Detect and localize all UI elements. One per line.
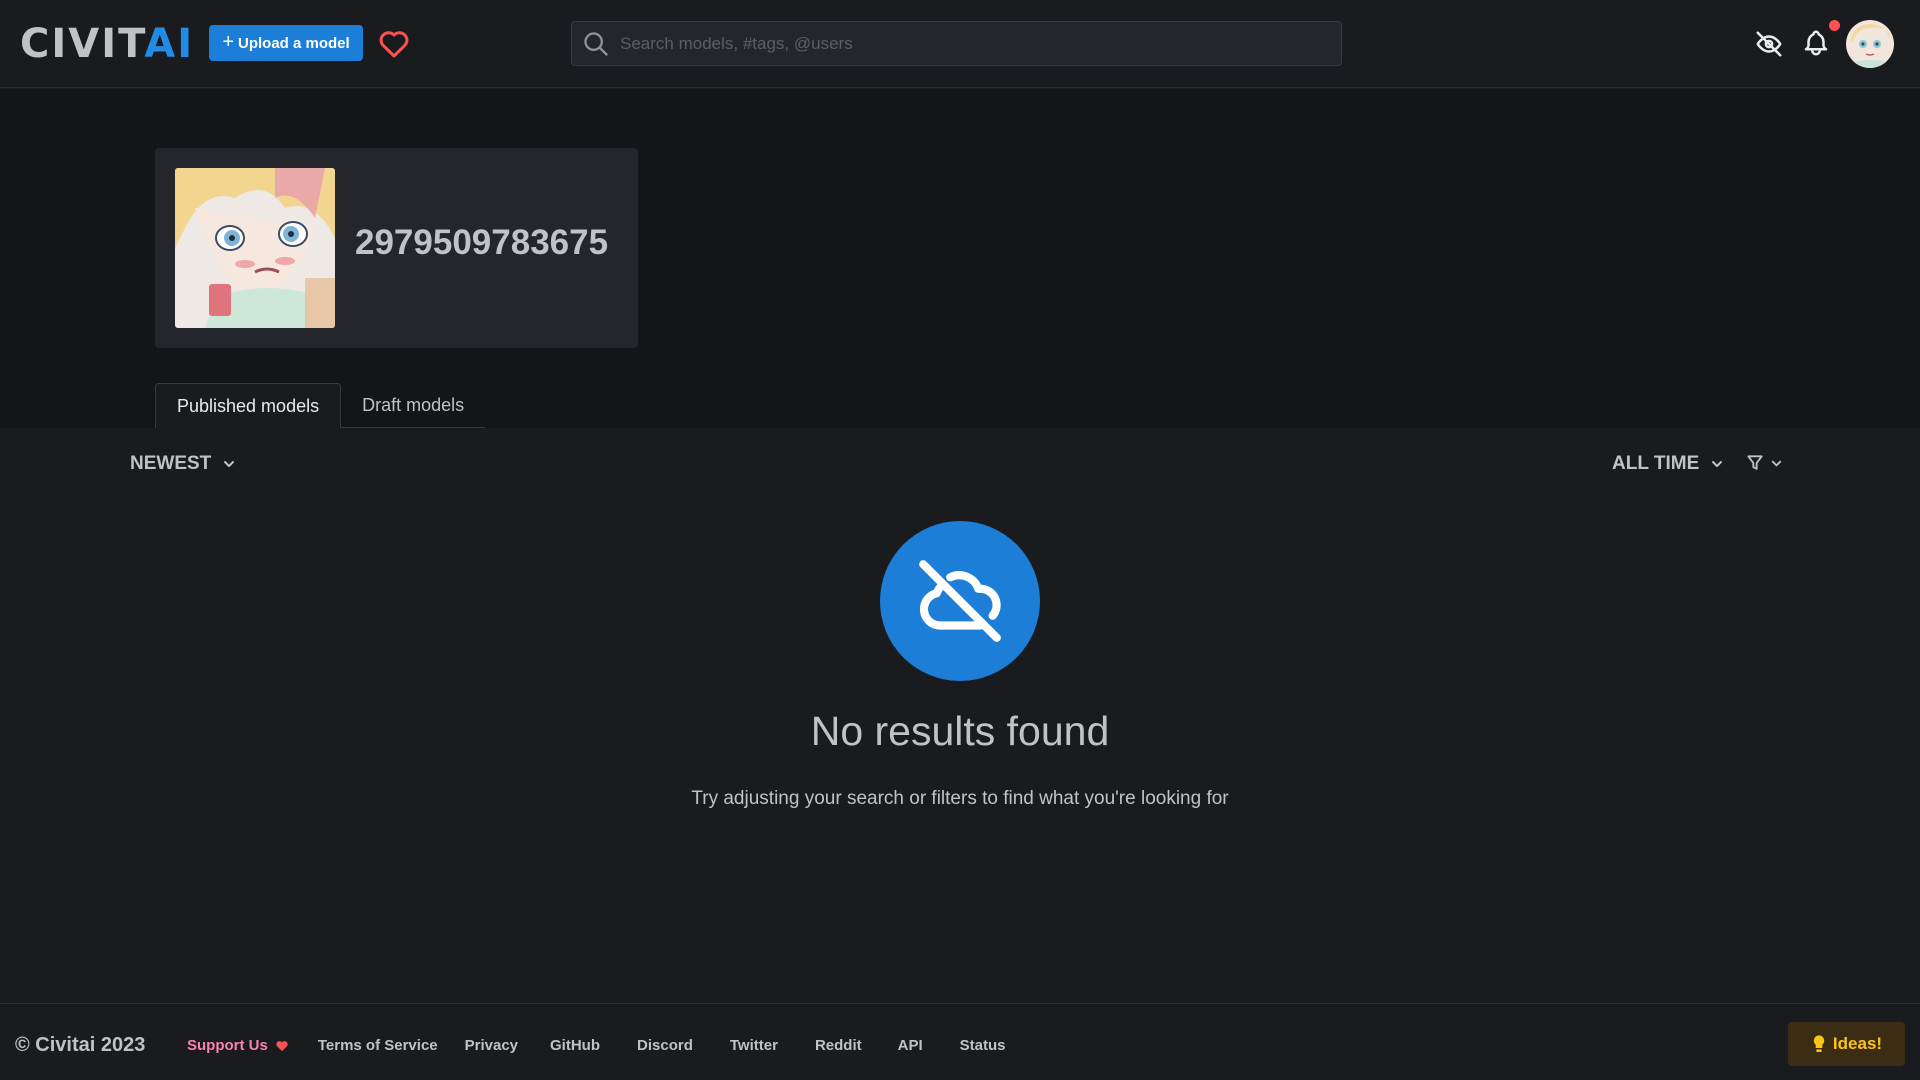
empty-state-title: No results found (810, 708, 1110, 754)
period-dropdown[interactable]: ALL TIME (1612, 453, 1725, 475)
filter-button[interactable] (1745, 453, 1784, 473)
terms-of-service-link[interactable]: Terms of Service (318, 1037, 438, 1054)
support-us-label: Support Us (187, 1037, 268, 1054)
profile-tabs: Published models Draft models (155, 383, 486, 428)
period-label: ALL TIME (1612, 453, 1700, 474)
logo-main-text: CIVIT (20, 21, 145, 67)
cloud-off-icon (919, 560, 1001, 642)
top-navbar: CIVITAI + Upload a model (0, 0, 1920, 88)
eye-off-icon[interactable] (1753, 29, 1785, 59)
civitai-logo[interactable]: CIVITAI (20, 24, 194, 64)
api-link[interactable]: API (898, 1037, 923, 1054)
upload-model-button[interactable]: + Upload a model (209, 25, 363, 61)
empty-state-message: Try adjusting your search or filters to … (691, 788, 1229, 809)
ideas-label: Ideas! (1832, 1034, 1883, 1053)
heart-icon (276, 1041, 288, 1052)
lightbulb-icon (1813, 1035, 1825, 1052)
empty-state-badge (880, 521, 1040, 681)
filter-icon (1747, 455, 1763, 470)
tab-draft-models[interactable]: Draft models (341, 383, 486, 428)
status-link[interactable]: Status (960, 1037, 1006, 1054)
tab-label: Published models (177, 395, 320, 416)
tab-label: Draft models (362, 394, 465, 415)
bell-icon[interactable] (1801, 27, 1831, 59)
support-us-link[interactable]: Support Us (187, 1037, 290, 1054)
profile-image (175, 168, 335, 328)
notification-dot (1829, 20, 1840, 31)
plus-icon: + (222, 31, 234, 53)
privacy-link[interactable]: Privacy (465, 1037, 518, 1054)
chevron-down-icon (1771, 460, 1782, 466)
heart-icon[interactable] (376, 26, 412, 62)
profile-username: 2979509783675 (355, 223, 609, 262)
sort-label: NEWEST (130, 453, 212, 474)
reddit-link[interactable]: Reddit (815, 1037, 862, 1054)
sort-dropdown[interactable]: NEWEST (130, 453, 237, 475)
github-link[interactable]: GitHub (550, 1037, 600, 1054)
footer-links: Support Us Terms of Service Privacy GitH… (187, 1037, 1005, 1054)
chevron-down-icon (1712, 461, 1723, 467)
ideas-button[interactable]: Ideas! (1788, 1022, 1905, 1066)
discord-link[interactable]: Discord (637, 1037, 693, 1054)
search-icon (584, 31, 608, 56)
copyright-text: © Civitai 2023 (15, 1034, 146, 1056)
search-bar[interactable] (571, 21, 1342, 66)
tab-published-models[interactable]: Published models (155, 383, 342, 428)
logo-accent-text: AI (144, 21, 195, 67)
footer: © Civitai 2023 Support Us Terms of Servi… (0, 1003, 1920, 1080)
twitter-link[interactable]: Twitter (730, 1037, 778, 1054)
user-avatar[interactable] (1846, 20, 1894, 68)
upload-model-label: Upload a model (238, 34, 350, 52)
chevron-down-icon (224, 461, 235, 467)
search-input[interactable] (620, 33, 1320, 54)
